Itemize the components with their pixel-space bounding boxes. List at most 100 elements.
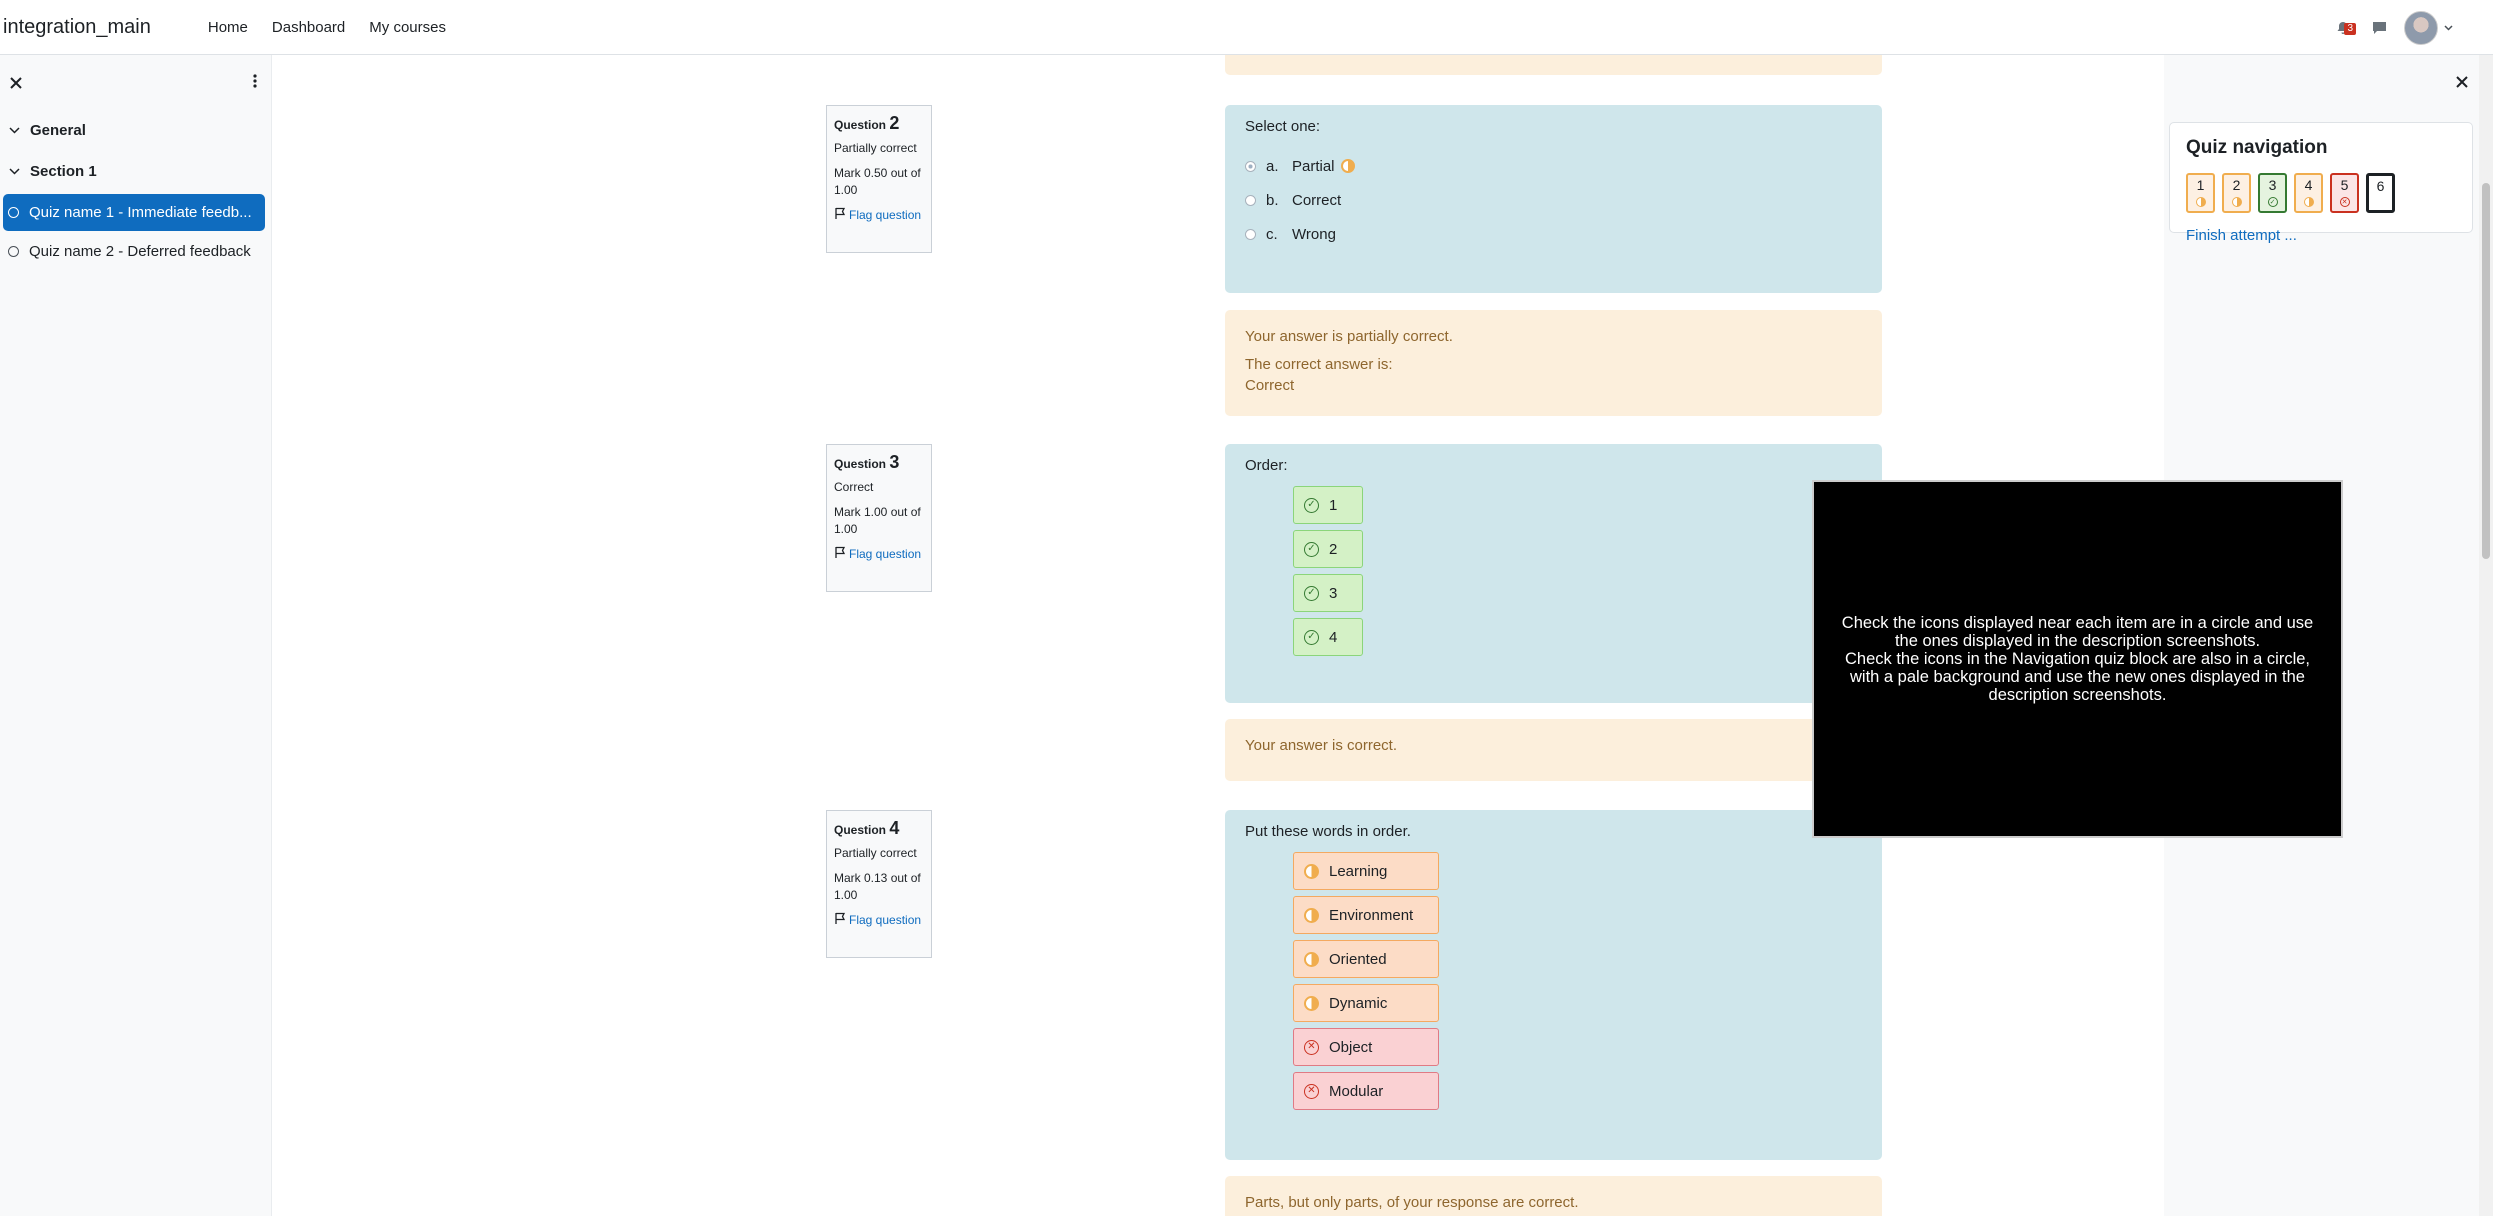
course-index-item-quiz-2[interactable]: Quiz name 2 - Deferred feedback [3, 233, 265, 270]
question-4-formulation: Put these words in order. Learning Envir… [1225, 810, 1882, 1160]
partially-correct-icon [1304, 907, 1319, 923]
close-block-drawer-button[interactable] [2456, 71, 2468, 94]
ordering-item: Dynamic [1293, 984, 1439, 1022]
primary-nav: Home Dashboard My courses [196, 19, 458, 36]
question-2-feedback: Your answer is partially correct. The co… [1225, 310, 1882, 416]
radio[interactable] [1245, 228, 1256, 240]
course-index-item-quiz-1[interactable]: Quiz name 1 - Immediate feedb... [3, 194, 265, 231]
quiz-navigation-block: Quiz navigation 1 2 3 ✓ 4 5 ✕ 6 Finish att… [2169, 122, 2473, 244]
flag-icon [834, 207, 847, 225]
radio-selected[interactable] [1245, 160, 1256, 172]
question-number: Question 4 [834, 818, 900, 838]
user-menu-toggle[interactable] [2404, 10, 2453, 45]
quiz-nav-button-4[interactable]: 4 [2294, 173, 2323, 213]
user-nav: 3 [2332, 0, 2453, 55]
close-icon [2456, 76, 2468, 88]
question-state: Partially correct [834, 141, 917, 155]
partially-correct-icon [1340, 159, 1355, 173]
section-1[interactable]: Section 1 [0, 151, 271, 192]
incorrect-x-icon: ✕ [1304, 1083, 1319, 1099]
question-number: Question 2 [834, 113, 900, 133]
flag-icon [834, 546, 847, 564]
finish-attempt-link[interactable]: Finish attempt ... [2186, 227, 2456, 244]
ordering-item: ✓ 3 [1293, 574, 1363, 612]
course-index-menu-button[interactable] [253, 72, 257, 93]
nav-home-link[interactable]: Home [196, 19, 260, 36]
ordering-item: ✓ 2 [1293, 530, 1363, 568]
question-2-formulation: Select one: a. Partial b. Correct c. Wro… [1225, 105, 1882, 293]
quiz-nav-button-3[interactable]: 3 ✓ [2258, 173, 2287, 213]
question-prompt: Select one: [1245, 118, 1321, 135]
nav-my-courses-link[interactable]: My courses [357, 19, 458, 36]
ordering-item: ✕ Modular [1293, 1072, 1439, 1110]
question-mark: Mark 0.50 out of 1.00 [834, 166, 921, 197]
question-3-info: Question 3 Correct Mark 1.00 out of 1.00… [826, 444, 932, 592]
overlay-line-1: Check the icons displayed near each item… [1841, 614, 2314, 650]
section-general-label: General [30, 122, 86, 139]
scrollbar-thumb[interactable] [2482, 183, 2490, 559]
partially-correct-icon [2195, 197, 2206, 207]
flag-question-link[interactable]: Flag question [834, 546, 924, 564]
chevron-down-icon [2444, 24, 2453, 31]
course-index-item-label: Quiz name 2 - Deferred feedback [29, 243, 251, 260]
drawer-header [0, 55, 271, 110]
question-mark: Mark 1.00 out of 1.00 [834, 505, 921, 536]
scrollbar[interactable] [2479, 55, 2493, 1216]
close-course-index-button[interactable] [10, 73, 22, 93]
partially-correct-icon [2303, 197, 2314, 207]
option-c[interactable]: c. Wrong [1245, 217, 1862, 251]
top-navbar: integration_main Home Dashboard My cours… [0, 0, 2493, 55]
question-number: Question 3 [834, 452, 900, 472]
partially-correct-icon [1304, 951, 1319, 967]
messages-button[interactable] [2368, 17, 2390, 39]
correct-check-icon: ✓ [1304, 541, 1319, 557]
avatar [2404, 10, 2438, 45]
chevron-down-icon[interactable] [9, 125, 20, 137]
question-prompt: Order: [1245, 457, 1288, 474]
correct-check-icon: ✓ [1304, 585, 1319, 601]
chat-icon [2372, 21, 2386, 34]
question-prompt: Put these words in order. [1245, 823, 1411, 840]
partially-correct-icon [1304, 863, 1319, 879]
question-4-feedback: Parts, but only parts, of your response … [1225, 1176, 1882, 1216]
nav-dashboard-link[interactable]: Dashboard [260, 19, 357, 36]
ordering-item: Oriented [1293, 940, 1439, 978]
quiz-nav-button-1[interactable]: 1 [2186, 173, 2215, 213]
flag-question-link[interactable]: Flag question [834, 207, 924, 225]
ordering-item: Learning [1293, 852, 1439, 890]
instruction-overlay: Check the icons displayed near each item… [1812, 480, 2343, 838]
partially-correct-icon [2231, 197, 2242, 207]
question-3-formulation: Order: ✓ 1 ✓ 2 ✓ 3 ✓ 4 [1225, 444, 1882, 703]
quiz-nav-button-2[interactable]: 2 [2222, 173, 2251, 213]
close-icon [10, 76, 22, 89]
correct-check-icon: ✓ [1304, 497, 1319, 513]
quiz-navigation-buttons: 1 2 3 ✓ 4 5 ✕ 6 [2186, 173, 2456, 213]
incorrect-x-icon: ✕ [2339, 197, 2350, 207]
incorrect-x-icon: ✕ [1304, 1039, 1319, 1055]
section-1-label: Section 1 [30, 163, 97, 180]
correct-check-icon: ✓ [2267, 197, 2278, 207]
completion-circle-icon [8, 207, 19, 218]
quiz-nav-button-6[interactable]: 6 [2366, 173, 2395, 213]
section-general[interactable]: General [0, 110, 271, 151]
radio[interactable] [1245, 194, 1256, 206]
notifications-button[interactable]: 3 [2332, 17, 2356, 39]
question-2-info: Question 2 Partially correct Mark 0.50 o… [826, 105, 932, 253]
flag-question-link[interactable]: Flag question [834, 912, 924, 930]
overlay-line-2: Check the icons in the Navigation quiz b… [1845, 650, 2310, 704]
question-3-feedback: Your answer is correct. [1225, 719, 1882, 781]
option-a[interactable]: a. Partial [1245, 149, 1862, 183]
site-brand[interactable]: integration_main [3, 16, 151, 39]
completion-circle-icon [8, 246, 19, 257]
partially-correct-icon [1304, 995, 1319, 1011]
quiz-nav-button-5[interactable]: 5 ✕ [2330, 173, 2359, 213]
question-mark: Mark 0.13 out of 1.00 [834, 871, 921, 902]
option-b[interactable]: b. Correct [1245, 183, 1862, 217]
kebab-menu-icon [253, 74, 257, 88]
quiz-navigation-title: Quiz navigation [2186, 137, 2328, 158]
chevron-down-icon[interactable] [9, 166, 20, 178]
question-4-info: Question 4 Partially correct Mark 0.13 o… [826, 810, 932, 958]
ordering-item: ✕ Object [1293, 1028, 1439, 1066]
ordering-item: ✓ 4 [1293, 618, 1363, 656]
correct-check-icon: ✓ [1304, 629, 1319, 645]
